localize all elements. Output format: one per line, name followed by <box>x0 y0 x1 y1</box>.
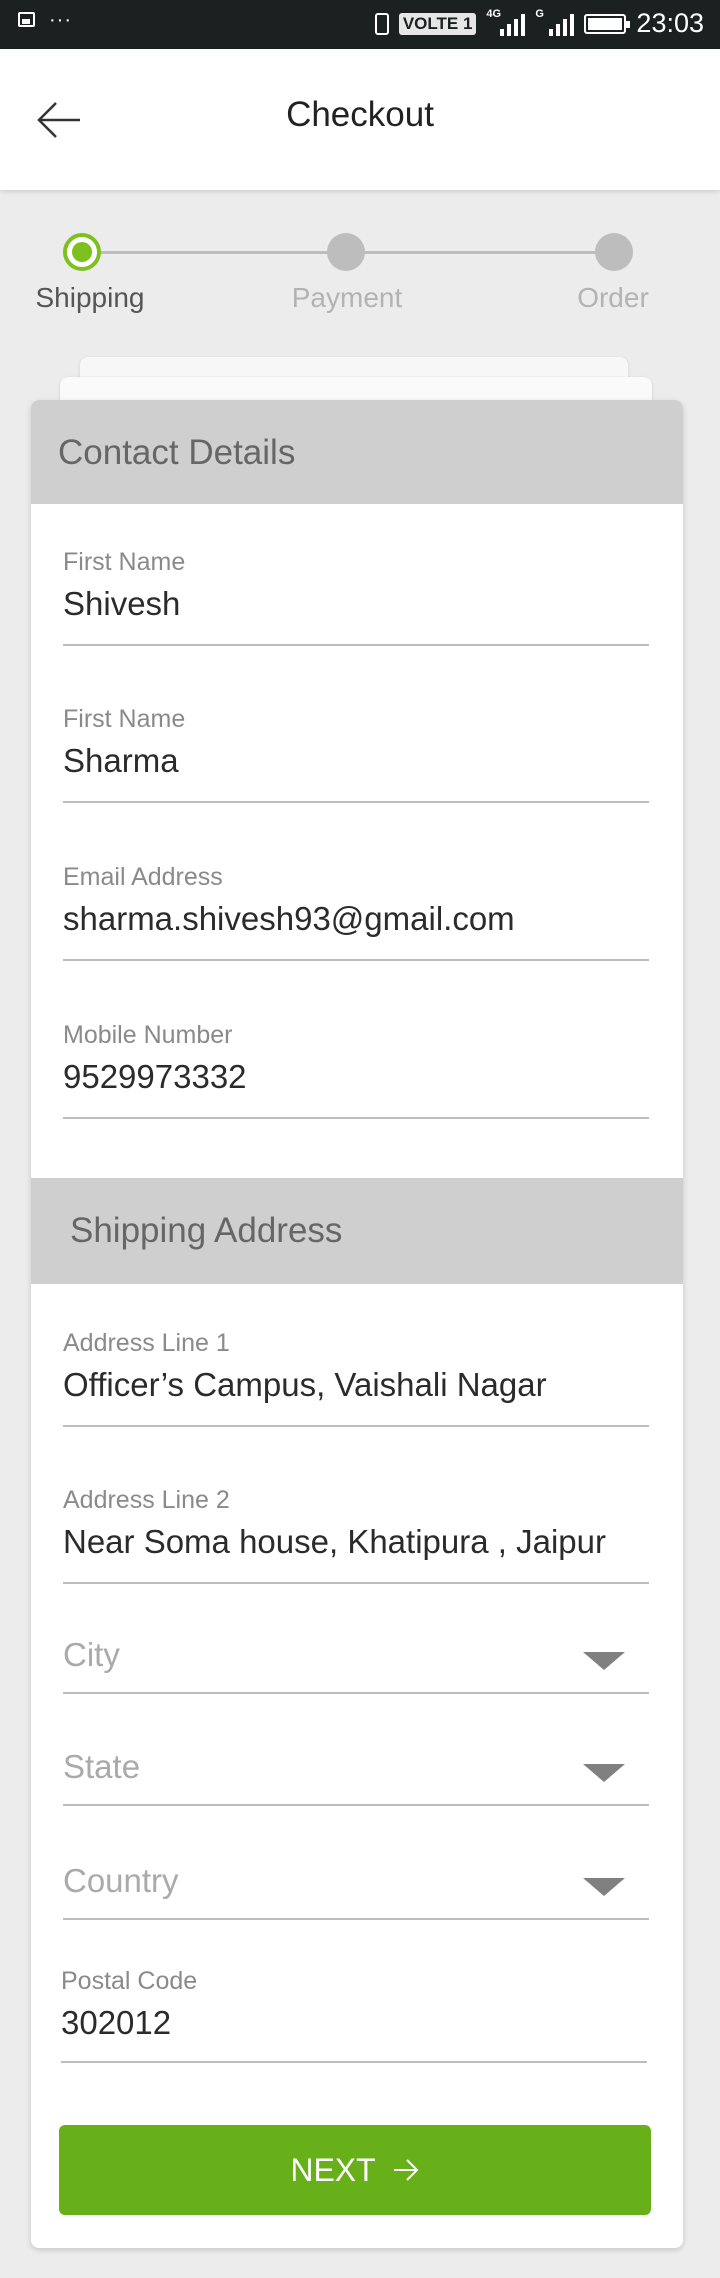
mobile-number-field[interactable]: Mobile Number 9529973332 <box>63 1021 649 1119</box>
step-label-payment[interactable]: Payment <box>267 282 427 314</box>
state-placeholder: State <box>63 1748 141 1785</box>
gallery-notification-icon <box>18 12 35 27</box>
email-value: sharma.shivesh93@gmail.com <box>63 900 515 937</box>
more-notifications-icon: ··· <box>49 8 72 31</box>
vibrate-icon <box>374 12 389 35</box>
checkout-stepper: Shipping Payment Order <box>0 190 720 360</box>
checkout-form-card: Contact Details First Name Shivesh First… <box>31 400 683 2248</box>
status-bar: ··· VOLTE 1 4G G 23:03 <box>0 0 720 49</box>
dropdown-arrow-icon <box>583 1878 625 1896</box>
dropdown-arrow-icon <box>583 1764 625 1782</box>
country-select[interactable]: Country <box>63 1850 649 1920</box>
page-title: Checkout <box>286 95 434 134</box>
last-name-label: First Name <box>63 705 186 733</box>
address-line-1-value: Officer’s Campus, Vaishali Nagar <box>63 1366 547 1403</box>
status-bar-system: VOLTE 1 4G G 23:03 <box>374 8 704 39</box>
battery-icon <box>584 13 631 34</box>
address-line-1-label: Address Line 1 <box>63 1329 230 1357</box>
step-indicator-order[interactable] <box>595 233 633 271</box>
next-button[interactable]: NEXT <box>59 2125 651 2215</box>
postal-code-value: 302012 <box>61 2004 172 2041</box>
step-connector <box>82 251 346 254</box>
arrow-right-icon <box>393 2159 419 2181</box>
city-placeholder: City <box>63 1636 120 1673</box>
clock: 23:03 <box>636 8 704 38</box>
address-line-2-value: Near Soma house, Khatipura , Jaipur <box>63 1523 606 1560</box>
network-type-label-2: G <box>535 7 544 20</box>
email-label: Email Address <box>63 863 223 891</box>
address-line-2-field[interactable]: Address Line 2 Near Soma house, Khatipur… <box>63 1486 649 1584</box>
last-name-field[interactable]: First Name Sharma <box>63 705 649 803</box>
mobile-number-label: Mobile Number <box>63 1021 233 1049</box>
state-select[interactable]: State <box>63 1736 649 1806</box>
address-line-1-field[interactable]: Address Line 1 Officer’s Campus, Vaishal… <box>63 1329 649 1427</box>
next-button-label: NEXT <box>290 2151 376 2188</box>
first-name-value: Shivesh <box>63 585 181 622</box>
first-name-label: First Name <box>63 548 186 576</box>
network-type-label: 4G <box>486 7 502 20</box>
signal-g-icon: G <box>535 8 575 36</box>
country-placeholder: Country <box>63 1862 179 1899</box>
postal-code-label: Postal Code <box>61 1967 198 1995</box>
city-select[interactable]: City <box>63 1624 649 1694</box>
dropdown-arrow-icon <box>583 1652 625 1670</box>
shipping-address-header: Shipping Address <box>31 1178 683 1284</box>
email-field[interactable]: Email Address sharma.shivesh93@gmail.com <box>63 863 649 961</box>
first-name-field[interactable]: First Name Shivesh <box>63 548 649 646</box>
last-name-value: Sharma <box>63 742 179 779</box>
signal-4g-icon: 4G <box>486 8 526 36</box>
address-line-2-label: Address Line 2 <box>63 1486 230 1514</box>
step-indicator-shipping[interactable] <box>63 233 101 271</box>
mobile-number-value: 9529973332 <box>63 1058 247 1095</box>
step-label-order[interactable]: Order <box>533 282 693 314</box>
step-indicator-payment[interactable] <box>327 233 365 271</box>
app-bar: Checkout <box>0 49 720 190</box>
status-bar-notifications: ··· <box>18 8 72 31</box>
postal-code-field[interactable]: Postal Code 302012 <box>61 1967 647 2063</box>
contact-details-header: Contact Details <box>31 400 683 504</box>
step-connector <box>364 251 614 254</box>
step-label-shipping[interactable]: Shipping <box>10 282 170 314</box>
volte-badge: VOLTE 1 <box>398 12 477 35</box>
